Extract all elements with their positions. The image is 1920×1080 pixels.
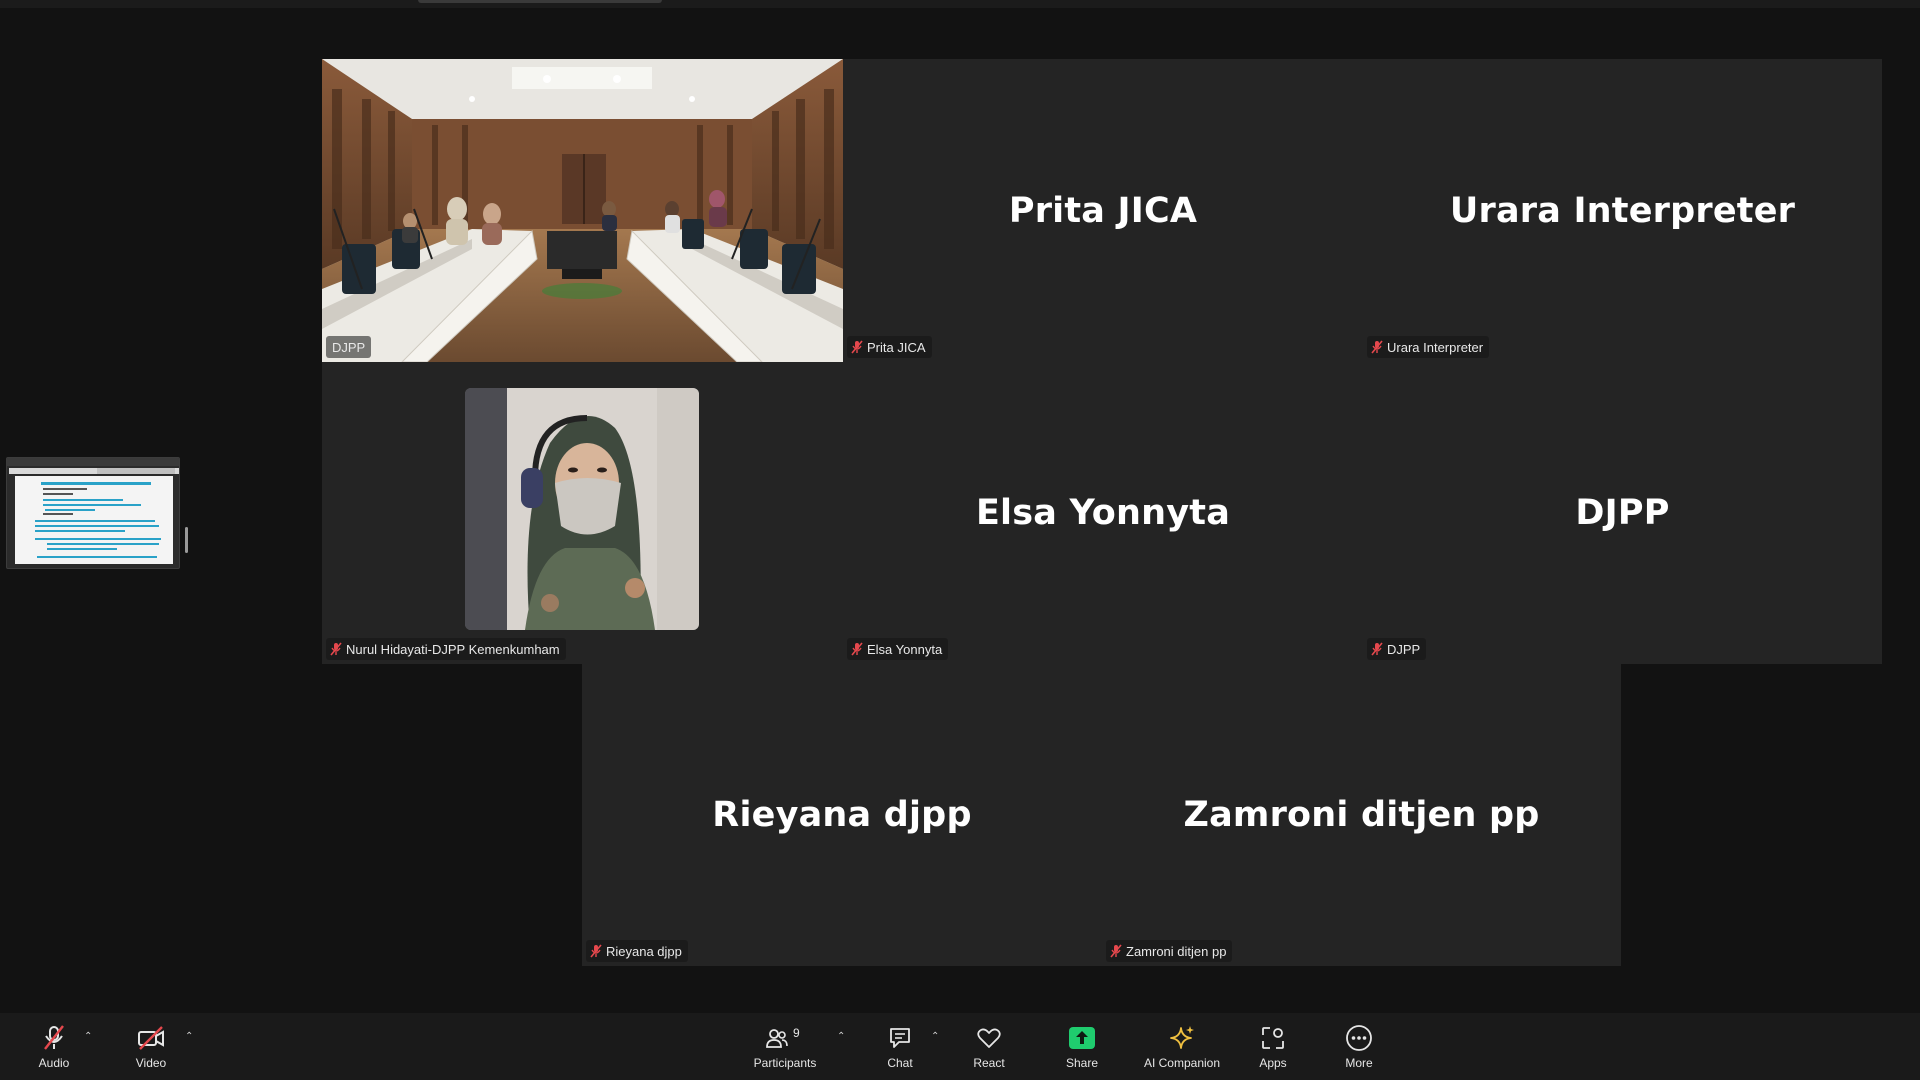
- participants-count: 9: [793, 1025, 800, 1040]
- apps-icon: [1262, 1026, 1284, 1049]
- participant-camera-video: [465, 388, 699, 630]
- more-button[interactable]: More: [1335, 1013, 1383, 1080]
- video-options-chevron-icon[interactable]: ⌃: [185, 1031, 193, 1042]
- apps-button[interactable]: Apps: [1249, 1013, 1297, 1080]
- more-ellipsis-icon: [1346, 1024, 1372, 1051]
- participants-icon: [766, 1028, 788, 1048]
- video-tile-djpp-room[interactable]: DJPP: [322, 59, 843, 362]
- participants-options-chevron-icon[interactable]: ⌃: [837, 1031, 845, 1042]
- audio-options-chevron-icon[interactable]: ⌃: [84, 1031, 92, 1042]
- heart-react-icon: [977, 1028, 1001, 1048]
- participant-display-name: Prita JICA: [1008, 190, 1198, 231]
- participant-face-image: [465, 388, 699, 630]
- participant-label: Urara Interpreter: [1367, 336, 1490, 358]
- chat-label: Chat: [887, 1055, 913, 1070]
- participant-label: Nurul Hidayati-DJPP Kemenkumham: [326, 638, 566, 660]
- video-tile-elsa-yonnyta[interactable]: Elsa Yonnyta Elsa Yonnyta: [843, 362, 1363, 664]
- muted-mic-icon: [590, 944, 602, 958]
- audio-button[interactable]: Audio: [30, 1013, 78, 1080]
- video-off-icon: [138, 1025, 164, 1050]
- more-label: More: [1345, 1055, 1373, 1070]
- chat-icon: [890, 1027, 910, 1048]
- participant-display-name: Zamroni ditjen pp: [1183, 795, 1540, 835]
- participant-display-name: Elsa Yonnyta: [975, 493, 1231, 533]
- muted-mic-icon: [1110, 944, 1122, 958]
- participants-button[interactable]: 9 Participants: [750, 1013, 820, 1080]
- apps-label: Apps: [1259, 1055, 1287, 1070]
- audio-label: Audio: [38, 1055, 70, 1070]
- muted-mic-icon: [330, 642, 342, 656]
- participant-display-name: Urara Interpreter: [1449, 190, 1796, 231]
- video-tile-rieyana-djpp[interactable]: Rieyana djpp Rieyana djpp: [582, 664, 1102, 966]
- video-tile-prita-jica[interactable]: Prita JICA Prita JICA: [843, 59, 1363, 362]
- video-tile-urara-interpreter[interactable]: Urara Interpreter Urara Interpreter: [1363, 59, 1882, 362]
- ai-companion-label: AI Companion: [1143, 1055, 1221, 1070]
- muted-mic-icon: [1371, 642, 1383, 656]
- participant-label: DJPP: [1367, 638, 1427, 660]
- muted-mic-icon: [851, 642, 863, 656]
- participant-label: Prita JICA: [847, 336, 932, 358]
- ai-companion-button[interactable]: AI Companion: [1140, 1013, 1224, 1080]
- chat-button[interactable]: Chat: [876, 1013, 924, 1080]
- participant-display-name: Rieyana djpp: [712, 795, 972, 835]
- muted-mic-icon: [851, 340, 863, 354]
- video-button[interactable]: Video: [127, 1013, 175, 1080]
- participant-label: DJPP: [326, 336, 372, 358]
- muted-mic-icon: [1371, 340, 1383, 354]
- share-button[interactable]: Share: [1058, 1013, 1106, 1080]
- thumbnail-resize-handle[interactable]: [185, 527, 188, 553]
- participant-label: Zamroni ditjen pp: [1106, 940, 1233, 962]
- participant-display-name: DJPP: [1575, 493, 1670, 533]
- participant-label: Rieyana djpp: [586, 940, 688, 962]
- video-tile-djpp[interactable]: DJPP DJPP: [1363, 362, 1882, 664]
- react-label: React: [973, 1055, 1005, 1070]
- ai-companion-sparkle-icon: [1170, 1025, 1194, 1049]
- share-label: Share: [1065, 1055, 1099, 1070]
- chat-options-chevron-icon[interactable]: ⌃: [931, 1031, 939, 1042]
- conference-room-video: [322, 59, 843, 362]
- participants-label: Participants: [753, 1055, 817, 1070]
- participant-label: Elsa Yonnyta: [847, 638, 949, 660]
- video-tile-nurul-hidayati[interactable]: Nurul Hidayati-DJPP Kemenkumham: [322, 362, 843, 664]
- screen-share-thumbnail[interactable]: [6, 457, 180, 569]
- video-tile-zamroni-ditjen-pp[interactable]: Zamroni ditjen pp Zamroni ditjen pp: [1102, 664, 1621, 966]
- meeting-toolbar: Audio ⌃ Video ⌃ 9 Participants ⌃ Chat ⌃ …: [0, 1013, 1920, 1080]
- document-preview-icon: [7, 458, 179, 564]
- video-label: Video: [135, 1055, 167, 1070]
- muted-mic-icon: [44, 1024, 64, 1050]
- window-top-strip: [0, 0, 1920, 8]
- share-screen-icon: [1069, 1026, 1095, 1049]
- top-drag-handle[interactable]: [418, 0, 662, 3]
- react-button[interactable]: React: [965, 1013, 1013, 1080]
